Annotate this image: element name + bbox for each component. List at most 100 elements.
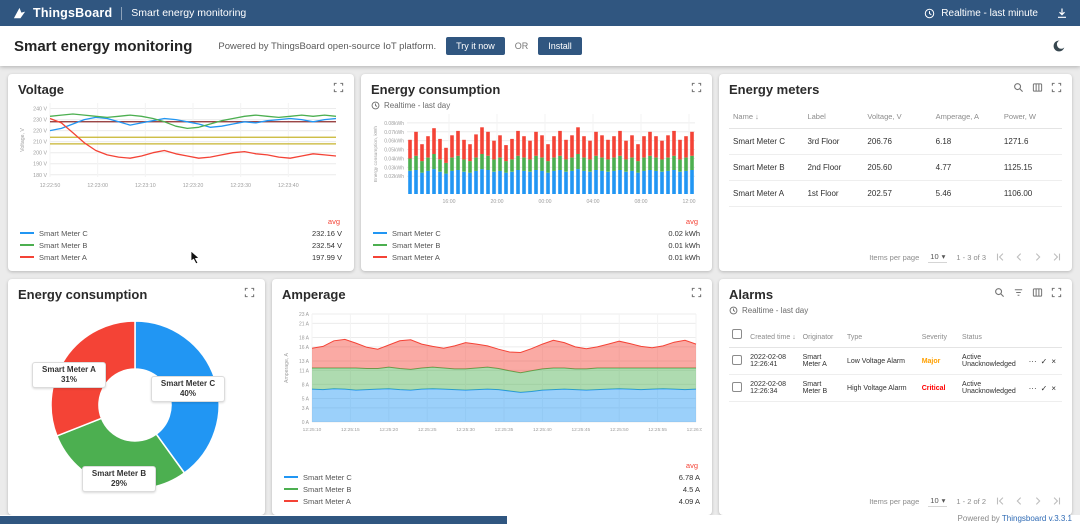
legend-item[interactable]: Smart Meter A0.01 kWh (373, 251, 700, 263)
legend-series-name: Smart Meter A (39, 253, 87, 262)
brand-name[interactable]: ThingsBoard (33, 6, 112, 20)
columns-icon[interactable] (1032, 287, 1043, 298)
search-icon[interactable] (994, 287, 1005, 298)
items-per-page-label: Items per page (869, 497, 919, 506)
legend-avg-value: 197.99 V (312, 253, 342, 262)
more-icon[interactable]: ··· (1029, 384, 1037, 393)
alarms-widget: Alarms Realtime - last day Created time … (719, 279, 1072, 515)
first-page-icon[interactable] (995, 252, 1005, 262)
thingsboard-version-link[interactable]: Thingsboard v.3.3.1 (1002, 514, 1072, 523)
widget-timewindow-label[interactable]: Realtime - last day (384, 101, 450, 110)
clear-close-icon[interactable]: × (1051, 384, 1056, 393)
legend-item[interactable]: Smart Meter C6.78 A (284, 471, 700, 483)
column-header[interactable]: Name ↓ (729, 105, 803, 129)
try-it-now-button[interactable]: Try it now (446, 37, 505, 55)
sort-arrow-icon: ↓ (792, 334, 796, 341)
fullscreen-icon[interactable] (244, 287, 255, 298)
row-checkbox[interactable] (732, 355, 742, 365)
pie-label-percent: 31% (36, 375, 102, 385)
column-header[interactable]: Amperage, A (932, 105, 1000, 129)
legend-item[interactable]: Smart Meter B0.01 kWh (373, 239, 700, 251)
table-pagination: Items per page 10 ▾ 1 - 3 of 3 (869, 251, 1062, 263)
fullscreen-icon[interactable] (333, 82, 344, 93)
fullscreen-icon[interactable] (1051, 82, 1062, 93)
column-header[interactable]: Originator (800, 323, 844, 348)
clock-icon[interactable] (371, 101, 380, 110)
items-per-page-select[interactable]: 10 ▾ (928, 495, 947, 507)
filter-icon[interactable] (1013, 287, 1024, 298)
cell-status: Active Unacknowledged (959, 348, 1022, 375)
prev-page-icon[interactable] (1014, 252, 1024, 262)
cell-originator: Smart Meter A (800, 348, 844, 375)
items-per-page-select[interactable]: 10 ▾ (928, 251, 947, 263)
last-page-icon[interactable] (1052, 252, 1062, 262)
pie-label-percent: 40% (155, 389, 221, 399)
column-header[interactable]: Label (803, 105, 863, 129)
legend-item[interactable]: Smart Meter A4.09 A (284, 495, 700, 507)
table-row[interactable]: Smart Meter B2nd Floor205.604.771125.15 (729, 155, 1062, 181)
cell-voltage: 205.60 (863, 155, 931, 181)
column-header[interactable]: Power, W (1000, 105, 1062, 129)
search-icon[interactable] (1013, 82, 1024, 93)
energy-consumption-bar-chart[interactable]: Energy consumption, kWh0.02kWh0.03kWh0.0… (371, 110, 700, 210)
timewindow-label[interactable]: Realtime - last minute (941, 8, 1038, 19)
legend-item[interactable]: Smart Meter B232.54 V (20, 239, 342, 251)
legend-avg-value: 0.02 kWh (668, 229, 700, 238)
table-row[interactable]: Smart Meter A1st Floor202.575.461106.00 (729, 181, 1062, 207)
svg-text:12:00: 12:00 (683, 199, 696, 205)
column-header[interactable]: Type (844, 323, 919, 348)
svg-text:240 V: 240 V (33, 107, 47, 113)
select-all-checkbox[interactable] (732, 329, 742, 339)
download-icon[interactable] (1056, 7, 1068, 19)
column-header[interactable]: Created time ↓ (747, 323, 799, 348)
fullscreen-icon[interactable] (1051, 287, 1062, 298)
alarm-row[interactable]: 2022-02-08 12:26:41Smart Meter ALow Volt… (729, 348, 1062, 375)
legend-item[interactable]: Smart Meter A 197.99 V (20, 251, 342, 263)
svg-text:12:26:00: 12:26:00 (687, 427, 702, 433)
widget-title: Energy meters (729, 82, 819, 97)
svg-text:12:25:35: 12:25:35 (495, 427, 514, 433)
row-checkbox[interactable] (732, 382, 742, 392)
svg-text:12:25:40: 12:25:40 (533, 427, 552, 433)
amperage-area-chart[interactable]: Amperage, A0 A3 A5 A8 A11 A13 A16 A18 A2… (282, 306, 702, 448)
legend-item[interactable]: Smart Meter C 0.02 kWh (373, 227, 700, 239)
page-range-label: 1 - 2 of 2 (956, 497, 986, 506)
fullscreen-icon[interactable] (691, 287, 702, 298)
svg-text:220 V: 220 V (33, 129, 47, 135)
acknowledge-check-icon[interactable]: ✓ (1041, 357, 1048, 366)
navbar-divider (121, 7, 122, 20)
cell-power: 1106.00 (1000, 181, 1062, 207)
widget-timewindow-label[interactable]: Realtime - last day (742, 306, 808, 315)
next-page-icon[interactable] (1033, 252, 1043, 262)
clear-close-icon[interactable]: × (1051, 357, 1056, 366)
first-page-icon[interactable] (995, 496, 1005, 506)
legend-series-name: Smart Meter C (392, 229, 441, 238)
acknowledge-check-icon[interactable]: ✓ (1041, 384, 1048, 393)
svg-text:3 A: 3 A (302, 406, 310, 412)
cell-status: Active Unacknowledged (959, 375, 1022, 402)
prev-page-icon[interactable] (1014, 496, 1024, 506)
legend-item[interactable]: Smart Meter B4.5 A (284, 483, 700, 495)
install-button[interactable]: Install (538, 37, 582, 55)
legend-item[interactable]: Smart Meter C232.16 V (20, 227, 342, 239)
columns-icon[interactable] (1032, 82, 1043, 93)
last-page-icon[interactable] (1052, 496, 1062, 506)
voltage-line-chart[interactable]: Voltage, V180 V190 V200 V210 V220 V230 V… (18, 97, 342, 193)
svg-text:12:25:10: 12:25:10 (303, 427, 322, 433)
column-header[interactable]: Severity (919, 323, 959, 348)
powered-by-label: Powered by (958, 514, 1000, 523)
column-header[interactable]: Status (959, 323, 1022, 348)
table-row[interactable]: Smart Meter C3rd Floor206.766.181271.6 (729, 129, 1062, 155)
alarm-row[interactable]: 2022-02-08 12:26:34Smart Meter BHigh Vol… (729, 375, 1062, 402)
next-page-icon[interactable] (1033, 496, 1043, 506)
dark-mode-moon-icon[interactable] (1052, 39, 1066, 53)
cell-type: Low Voltage Alarm (844, 348, 919, 375)
more-icon[interactable]: ··· (1029, 357, 1037, 366)
fullscreen-icon[interactable] (691, 82, 702, 93)
svg-text:12:22:50: 12:22:50 (40, 183, 61, 189)
legend-avg-value: 4.5 A (683, 485, 700, 494)
thingsboard-logo-icon[interactable] (12, 6, 27, 21)
column-header[interactable]: Voltage, V (863, 105, 931, 129)
clock-icon[interactable] (729, 306, 738, 315)
clock-icon[interactable] (924, 8, 935, 19)
